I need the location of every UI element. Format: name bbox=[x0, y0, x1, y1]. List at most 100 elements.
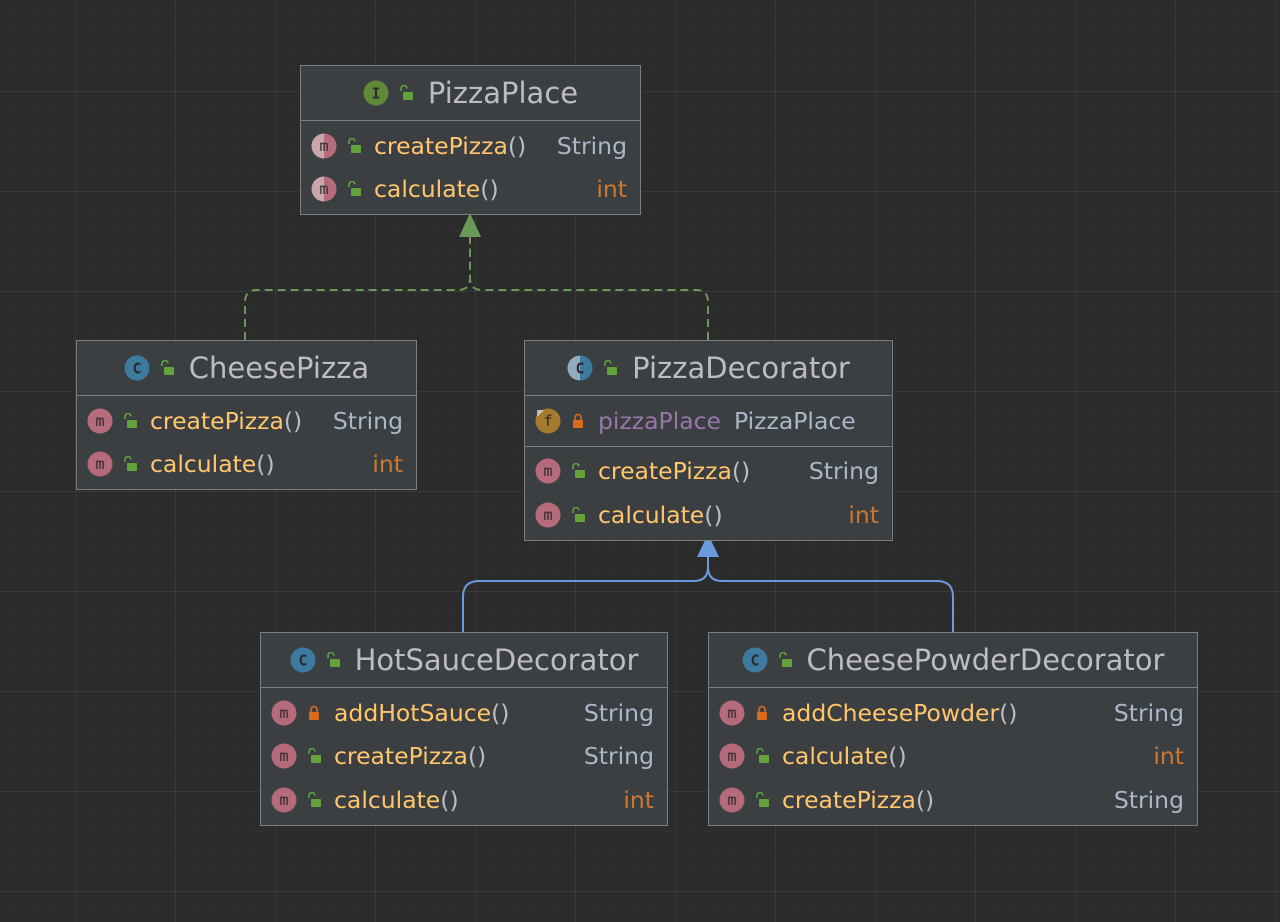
realization-connector-cheesepizza bbox=[244, 236, 471, 340]
private-lock-icon bbox=[570, 413, 586, 429]
method-row[interactable]: m calculate () int bbox=[77, 443, 416, 487]
method-row[interactable]: m addHotSauce () String bbox=[261, 691, 667, 735]
svg-text:C: C bbox=[132, 360, 141, 378]
public-unlock-icon bbox=[777, 652, 793, 668]
method-params: () bbox=[507, 131, 527, 160]
class-name: CheesePizza bbox=[188, 351, 370, 385]
method-icon: m bbox=[719, 700, 745, 726]
svg-text:m: m bbox=[95, 412, 104, 430]
method-icon: m bbox=[271, 743, 297, 769]
method-icon: m bbox=[87, 451, 113, 477]
method-params: () bbox=[999, 698, 1018, 727]
methods-section: m createPizza () String m calculate () i… bbox=[77, 396, 416, 489]
method-name: createPizza bbox=[598, 457, 732, 486]
public-unlock-icon bbox=[306, 748, 322, 764]
method-row[interactable]: m calculate () int bbox=[525, 493, 892, 537]
method-row[interactable]: m calculate () int bbox=[261, 778, 667, 822]
public-unlock-icon bbox=[754, 748, 770, 764]
method-row[interactable]: m calculate () int bbox=[709, 735, 1197, 779]
abstract-class-icon: C bbox=[567, 355, 593, 381]
method-icon: m bbox=[271, 787, 297, 813]
svg-text:m: m bbox=[727, 704, 736, 722]
method-name: calculate bbox=[150, 450, 257, 479]
method-row[interactable]: m createPizza () String bbox=[301, 124, 640, 168]
svg-text:m: m bbox=[279, 704, 288, 722]
return-type: int bbox=[596, 175, 627, 204]
return-type: String bbox=[808, 457, 879, 486]
svg-text:m: m bbox=[279, 747, 288, 765]
class-icon: C bbox=[742, 647, 768, 673]
private-lock-icon bbox=[306, 705, 322, 721]
public-unlock-icon bbox=[122, 456, 138, 472]
public-unlock-icon bbox=[570, 506, 586, 523]
return-type: String bbox=[583, 742, 654, 771]
svg-text:m: m bbox=[727, 747, 736, 765]
method-row[interactable]: m addCheesePowder () String bbox=[709, 691, 1197, 735]
class-box-cheesepizza[interactable]: C CheesePizza m createPizza () String m bbox=[76, 340, 417, 490]
method-params: () bbox=[731, 457, 751, 486]
svg-text:m: m bbox=[95, 455, 104, 473]
generalization-connector-hotsauce bbox=[462, 557, 709, 632]
method-icon: m bbox=[271, 700, 297, 726]
method-params: () bbox=[256, 450, 275, 479]
return-type: String bbox=[1113, 785, 1184, 814]
abstract-method-icon: m bbox=[311, 133, 337, 159]
method-name: calculate bbox=[598, 500, 705, 529]
return-type: String bbox=[556, 131, 627, 160]
class-box-cheesepowderdecorator[interactable]: C CheesePowderDecorator m addCheesePowde… bbox=[708, 632, 1198, 826]
fields-section: f pizzaPlace PizzaPlace bbox=[525, 396, 892, 447]
method-row[interactable]: m createPizza () String bbox=[77, 399, 416, 443]
field-type: PizzaPlace bbox=[734, 406, 856, 435]
method-name: addHotSauce bbox=[334, 698, 492, 727]
method-icon: m bbox=[535, 502, 561, 528]
class-name: HotSauceDecorator bbox=[354, 643, 639, 677]
method-params: () bbox=[480, 175, 499, 204]
public-unlock-icon bbox=[325, 652, 341, 668]
public-unlock-icon bbox=[346, 137, 362, 154]
class-icon: C bbox=[124, 355, 150, 381]
return-type: int bbox=[623, 785, 654, 814]
class-header: C HotSauceDecorator bbox=[261, 633, 667, 688]
method-params: () bbox=[440, 785, 459, 814]
class-box-pizzaplace[interactable]: I PizzaPlace m createPizza () String m c… bbox=[300, 65, 641, 215]
return-type: int bbox=[1153, 742, 1184, 771]
svg-text:C: C bbox=[750, 652, 759, 670]
class-header: C PizzaDecorator bbox=[525, 341, 892, 396]
svg-text:m: m bbox=[543, 506, 552, 524]
class-name: PizzaPlace bbox=[427, 76, 579, 110]
return-type: int bbox=[848, 500, 879, 529]
methods-section: m addHotSauce () String m createPizza ()… bbox=[261, 688, 667, 825]
method-row[interactable]: m createPizza () String bbox=[709, 778, 1197, 822]
method-params: () bbox=[888, 742, 907, 771]
public-unlock-icon bbox=[122, 412, 138, 429]
method-row[interactable]: m createPizza () String bbox=[525, 450, 892, 494]
method-name: calculate bbox=[334, 785, 441, 814]
field-icon: f bbox=[535, 408, 561, 434]
generalization-connector-cheesepowder bbox=[707, 557, 954, 632]
class-box-pizzadecorator[interactable]: C PizzaDecorator f pizzaPlace PizzaPlace… bbox=[524, 340, 893, 541]
interface-icon: I bbox=[363, 80, 389, 106]
return-type: String bbox=[1113, 698, 1184, 727]
method-row[interactable]: m createPizza () String bbox=[261, 735, 667, 779]
class-header: C CheesePizza bbox=[77, 341, 416, 396]
method-icon: m bbox=[87, 408, 113, 434]
public-unlock-icon bbox=[346, 181, 362, 197]
public-unlock-icon bbox=[602, 360, 618, 376]
class-box-hotsaucedecorator[interactable]: C HotSauceDecorator m addHotSauce () Str… bbox=[260, 632, 668, 826]
svg-text:m: m bbox=[543, 462, 552, 480]
class-header: I PizzaPlace bbox=[301, 66, 640, 121]
method-params: () bbox=[704, 500, 723, 529]
svg-text:m: m bbox=[727, 791, 736, 809]
method-row[interactable]: m calculate () int bbox=[301, 168, 640, 212]
svg-text:C: C bbox=[298, 652, 307, 670]
realization-arrowhead bbox=[459, 213, 481, 237]
field-row[interactable]: f pizzaPlace PizzaPlace bbox=[525, 399, 892, 443]
methods-section: m addCheesePowder () String m calculate … bbox=[709, 688, 1197, 825]
class-header: C CheesePowderDecorator bbox=[709, 633, 1197, 688]
class-name: CheesePowderDecorator bbox=[806, 643, 1165, 677]
return-type: String bbox=[583, 698, 654, 727]
return-type: int bbox=[372, 450, 403, 479]
method-name: addCheesePowder bbox=[782, 698, 1000, 727]
svg-text:I: I bbox=[371, 85, 380, 103]
methods-section: m createPizza () String m calculate () i… bbox=[301, 121, 640, 214]
